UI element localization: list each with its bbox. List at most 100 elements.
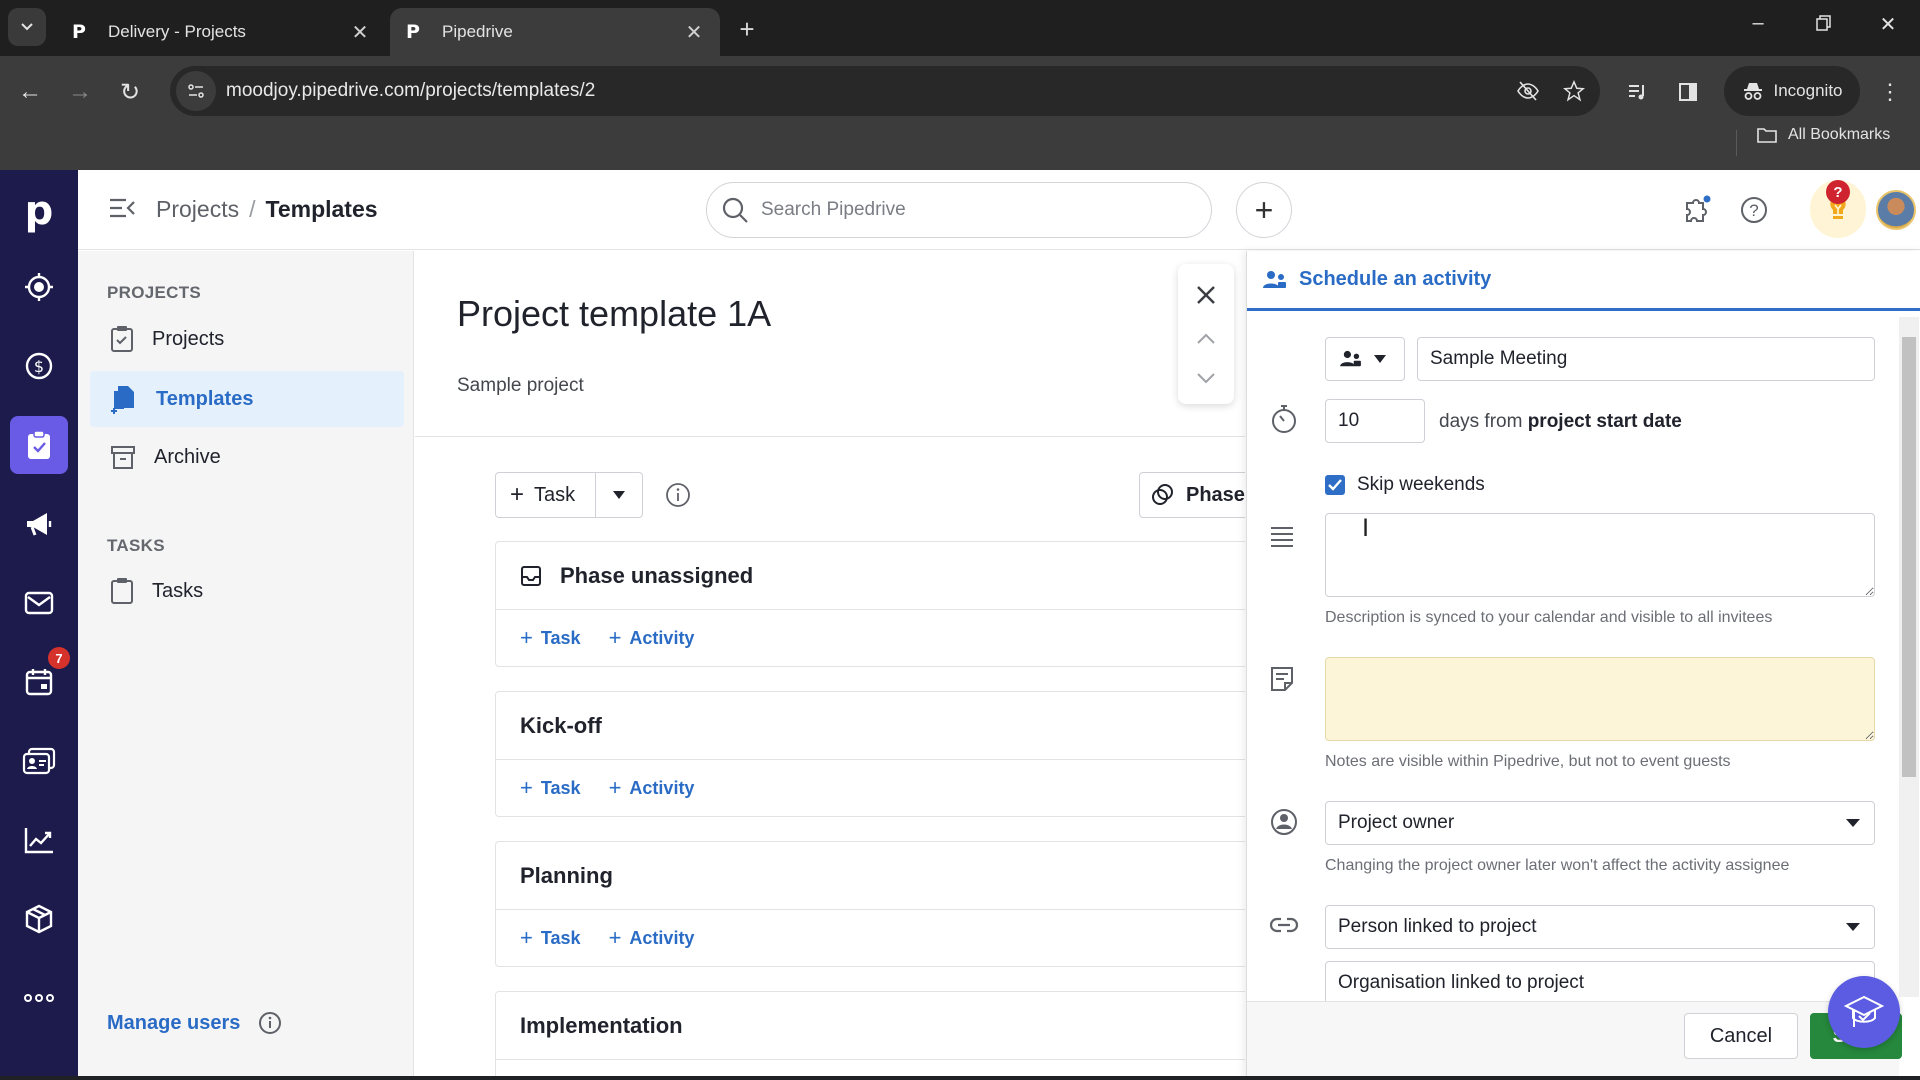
eye-off-icon[interactable] [1508,81,1548,101]
add-activity-link[interactable]: + Activity [609,925,695,951]
url-text[interactable]: moodjoy.pipedrive.com/projects/templates… [226,80,1508,102]
chevron-up-icon[interactable] [1196,333,1216,345]
all-bookmarks-button[interactable]: All Bookmarks [1756,126,1890,144]
add-task-link[interactable]: + Task [520,625,581,651]
chevron-down-icon[interactable] [1196,372,1216,384]
help-icon[interactable]: ? [1736,192,1772,228]
add-activity-link[interactable]: + Activity [609,625,695,651]
more-icon [24,994,54,1002]
new-tab-button[interactable]: + [732,14,762,45]
notes-textarea[interactable] [1325,657,1875,741]
window-border [0,1076,1920,1080]
cancel-button[interactable]: Cancel [1684,1013,1798,1059]
academy-button[interactable] [1828,976,1900,1048]
assignee-select[interactable]: Project owner [1325,801,1875,845]
rail-item-contacts[interactable] [10,732,68,790]
minimize-icon[interactable]: – [1738,12,1778,35]
panel-scrollbar[interactable] [1899,317,1919,997]
address-bar[interactable]: moodjoy.pipedrive.com/projects/templates… [170,66,1600,116]
activity-subject-input[interactable]: Sample Meeting [1417,337,1875,381]
sidebar-item-archive[interactable]: Archive [90,429,404,485]
skip-weekends-label[interactable]: Skip weekends [1357,474,1485,496]
person-link-value: Person linked to project [1338,916,1537,937]
back-icon[interactable]: ← [12,74,48,110]
description-textarea[interactable] [1325,513,1875,597]
add-activity-link[interactable]: + Activity [609,775,695,801]
close-tab-icon[interactable]: ✕ [684,20,704,45]
add-task-link[interactable]: + Task [520,775,581,801]
activity-type-select[interactable] [1325,337,1405,381]
sidebar-item-tasks[interactable]: Tasks [90,563,404,619]
collapse-menu-icon[interactable] [108,196,136,220]
plus-icon: + [510,481,525,508]
add-task-label: Task [540,627,581,648]
close-icon[interactable] [1195,284,1217,306]
add-task-link[interactable]: + Task [520,925,581,951]
browser-tab-delivery-projects[interactable]: P Delivery - Projects ✕ [56,8,386,56]
info-icon[interactable] [665,482,691,508]
sidebar-item-label: Templates [156,387,254,410]
rail-item-more[interactable] [10,969,68,1027]
scrollbar-thumb[interactable] [1902,337,1916,777]
skip-weekends-checkbox[interactable] [1325,475,1345,495]
phase-name: Planning [520,862,613,888]
plus-icon: + [520,925,533,950]
browser-tab-pipedrive[interactable]: P Pipedrive ✕ [390,8,720,56]
marketplace-icon[interactable] [1678,192,1714,228]
sidebar-item-label: Tasks [152,579,204,602]
rail-item-campaigns[interactable] [10,495,68,553]
days-offset-input[interactable]: 10 [1325,399,1425,443]
phases-button[interactable]: Phases [1139,472,1245,518]
add-task-dropdown[interactable] [596,473,642,517]
rail-item-deals[interactable]: $ [10,337,68,395]
sidebar-item-templates[interactable]: Templates [90,371,404,427]
panel-footer: Cancel Save [1247,1001,1902,1080]
manage-users-link[interactable]: Manage users [107,1012,240,1035]
add-task-button[interactable]: + Task [496,473,597,517]
schedule-activity-panel: Schedule an activity Sample Meeting 10 d… [1246,251,1920,1080]
close-tab-icon[interactable]: ✕ [350,20,370,45]
clipboard-check-icon [111,326,133,352]
projects-sidebar: PROJECTS Projects Templates Archive TASK… [78,251,414,1080]
rail-item-activities[interactable]: 7 [10,647,70,711]
assignee-helper-text: Changing the project owner later won't a… [1325,857,1790,874]
page-title[interactable]: Project template 1A [457,293,771,335]
rail-item-insights[interactable] [10,811,68,869]
forward-icon[interactable]: → [62,74,98,110]
rail-item-leads[interactable] [10,258,68,316]
rail-item-projects[interactable] [10,416,68,474]
reload-icon[interactable]: ↻ [112,74,148,110]
sidebar-item-projects[interactable]: Projects [90,311,404,367]
breadcrumb: Projects / Templates [156,196,378,223]
info-icon[interactable] [258,1011,282,1035]
search-input[interactable] [761,199,1181,221]
quick-add-button[interactable]: + [1236,182,1292,238]
divider [1736,130,1737,156]
pipedrive-logo[interactable]: p [10,182,68,240]
global-search[interactable] [706,182,1212,238]
inbox-icon [521,565,541,586]
media-control-icon[interactable] [1620,74,1656,110]
phase-name: Phase unassigned [560,562,754,588]
panel-navigation [1178,264,1234,404]
rail-item-products[interactable] [10,890,68,948]
dollar-icon: $ [25,352,53,380]
graduation-cap-icon [1843,995,1885,1027]
bookmark-star-icon[interactable] [1554,80,1594,102]
organisation-link-select[interactable]: Organisation linked to project [1325,961,1875,1005]
breadcrumb-projects-link[interactable]: Projects [156,196,239,223]
side-panel-icon[interactable] [1670,74,1706,110]
close-window-icon[interactable]: ✕ [1868,12,1908,37]
person-link-select[interactable]: Person linked to project [1325,905,1875,949]
browser-menu-icon[interactable]: ⋮ [1872,74,1908,110]
user-avatar[interactable] [1876,190,1916,230]
manage-users: Manage users [107,1011,282,1035]
link-icon [1269,917,1299,933]
rail-item-mail[interactable] [10,574,68,632]
tab-title: Delivery - Projects [108,22,246,41]
pipedrive-app: p $ 7 Projects / Templates Search Pipedr… [0,170,1920,1080]
tab-search-button[interactable] [8,8,46,46]
site-settings-icon[interactable] [176,71,216,111]
restore-icon[interactable] [1804,12,1844,34]
incognito-indicator[interactable]: Incognito [1724,66,1860,116]
